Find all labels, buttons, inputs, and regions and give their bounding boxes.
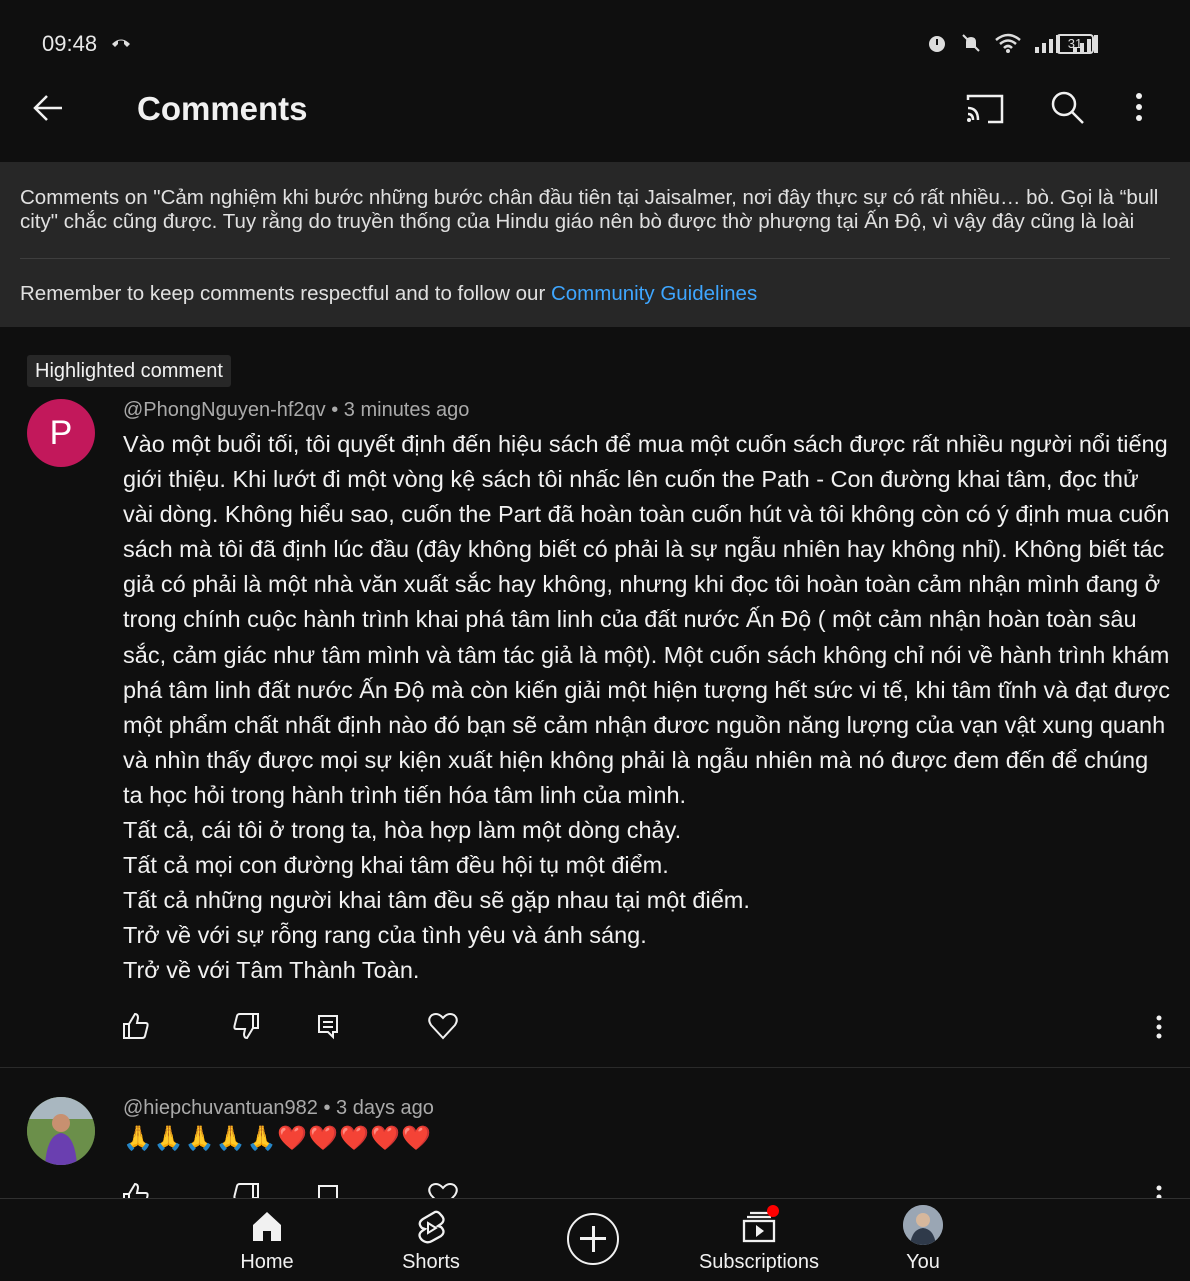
search-button[interactable] bbox=[1048, 88, 1088, 133]
comment-time: 3 days ago bbox=[336, 1097, 434, 1119]
mute-icon bbox=[962, 34, 980, 52]
wifi-icon bbox=[995, 33, 1021, 53]
comments-info-panel: Comments on "Cảm nghiệm khi bước những b… bbox=[0, 162, 1190, 327]
reply-icon bbox=[318, 1015, 338, 1040]
divider bbox=[0, 1067, 1190, 1068]
comment-time: 3 minutes ago bbox=[343, 399, 470, 421]
cast-button[interactable] bbox=[962, 88, 1008, 133]
bottom-navigation: Home Shorts Subscriptions You bbox=[0, 1198, 1190, 1281]
comment-actions bbox=[0, 1010, 1190, 1050]
thumb-up-icon bbox=[123, 1012, 149, 1039]
home-icon bbox=[253, 1212, 281, 1241]
back-button[interactable] bbox=[28, 86, 72, 130]
cast-icon bbox=[966, 94, 1004, 124]
nav-label: You bbox=[906, 1251, 940, 1273]
nav-you[interactable]: You bbox=[843, 1199, 1003, 1281]
notification-dot bbox=[767, 1205, 779, 1217]
comment-meta: @PhongNguyen-hf2qv • 3 minutes ago bbox=[123, 399, 470, 421]
guidelines-notice: Remember to keep comments respectful and… bbox=[20, 282, 757, 306]
create-button[interactable] bbox=[567, 1213, 619, 1265]
app-bar: Comments bbox=[0, 70, 1190, 160]
avatar bbox=[903, 1205, 943, 1245]
comment-more-button[interactable] bbox=[1146, 1010, 1172, 1047]
guidelines-prefix: Remember to keep comments respectful and… bbox=[20, 282, 551, 305]
heart-button[interactable] bbox=[427, 1010, 459, 1047]
status-time: 09:48 bbox=[42, 31, 98, 56]
more-vert-icon bbox=[1156, 1015, 1162, 1039]
avatar[interactable]: P bbox=[27, 399, 95, 467]
nav-subscriptions[interactable]: Subscriptions bbox=[679, 1199, 839, 1281]
nav-label: Shorts bbox=[402, 1251, 460, 1273]
comment-meta: @hiepchuvantuan982 • 3 days ago bbox=[123, 1097, 434, 1119]
status-bar: 09:48 31 bbox=[0, 0, 1190, 80]
search-icon bbox=[1051, 91, 1084, 124]
comment-text: Vào một buổi tối, tôi quyết định đến hiệ… bbox=[123, 431, 1171, 984]
missed-call-icon bbox=[110, 32, 132, 55]
alarm-icon bbox=[929, 36, 945, 52]
more-vert-icon bbox=[1136, 93, 1142, 121]
nav-label: Subscriptions bbox=[698, 1251, 820, 1273]
highlighted-comment-badge: Highlighted comment bbox=[27, 355, 231, 387]
divider bbox=[20, 258, 1170, 259]
thumb-down-icon bbox=[233, 1013, 259, 1040]
nav-label: Home bbox=[240, 1251, 294, 1273]
avatar[interactable] bbox=[27, 1097, 95, 1165]
more-options-button[interactable] bbox=[1124, 90, 1154, 131]
comment-author[interactable]: @PhongNguyen-hf2qv bbox=[123, 399, 326, 421]
dislike-button[interactable] bbox=[230, 1010, 262, 1047]
heart-icon bbox=[428, 1013, 458, 1040]
nav-home[interactable]: Home bbox=[187, 1199, 347, 1281]
page-title: Comments bbox=[137, 90, 308, 127]
comment-text: 🙏🙏🙏🙏🙏❤️❤️❤️❤️❤️ bbox=[123, 1125, 432, 1152]
comment-author[interactable]: @hiepchuvantuan982 bbox=[123, 1097, 318, 1119]
community-guidelines-link[interactable]: Community Guidelines bbox=[551, 282, 757, 305]
battery-indicator: 31 bbox=[1056, 34, 1097, 54]
video-title-text: Comments on "Cảm nghiệm khi bước những b… bbox=[20, 186, 1159, 233]
nav-shorts[interactable]: Shorts bbox=[351, 1199, 511, 1281]
back-arrow-icon bbox=[33, 95, 62, 121]
reply-button[interactable] bbox=[315, 1010, 341, 1047]
like-button[interactable] bbox=[120, 1010, 152, 1047]
shorts-icon bbox=[418, 1210, 445, 1244]
